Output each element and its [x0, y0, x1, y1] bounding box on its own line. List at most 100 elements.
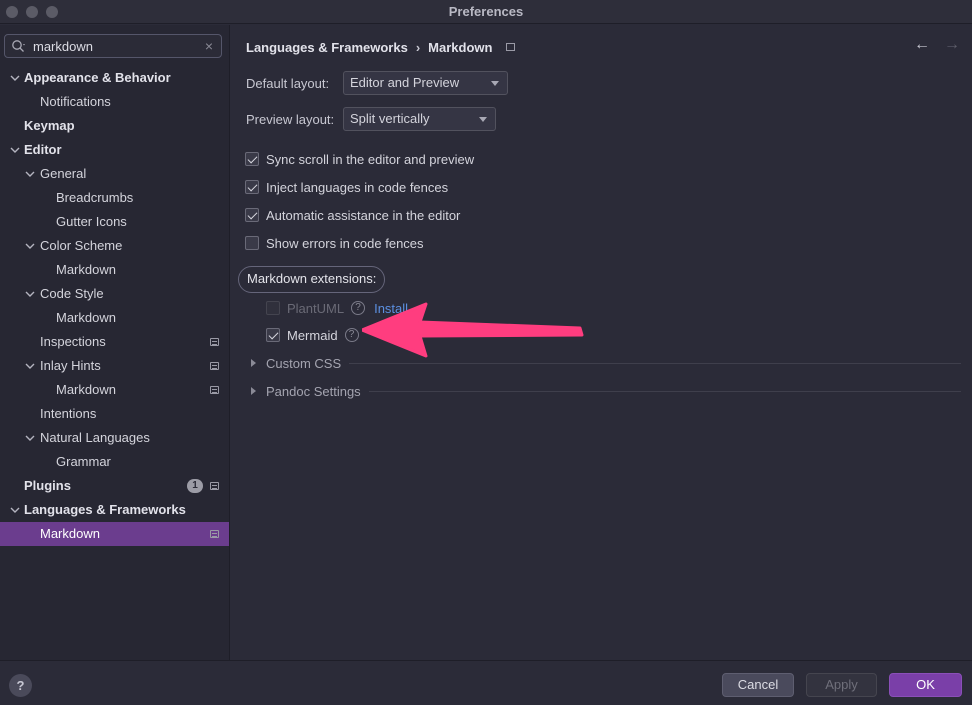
sidebar-item[interactable]: Color Scheme	[0, 234, 229, 258]
project-scope-icon	[210, 338, 219, 346]
sidebar-item[interactable]: Intentions	[0, 402, 229, 426]
help-icon[interactable]: ?	[344, 328, 359, 342]
pandoc-settings-label: Pandoc Settings	[266, 383, 361, 399]
sidebar-item[interactable]: Breadcrumbs	[0, 186, 229, 210]
chevron-down-icon[interactable]	[9, 498, 21, 522]
sidebar-item-label: Notifications	[40, 94, 111, 109]
sidebar-item[interactable]: Notifications	[0, 90, 229, 114]
sidebar-item[interactable]: Markdown	[0, 522, 229, 546]
sidebar-item[interactable]: Markdown	[0, 258, 229, 282]
chevron-down-icon[interactable]	[24, 426, 36, 450]
section-divider	[368, 390, 961, 392]
sidebar-item-label: Markdown	[56, 310, 116, 325]
project-scope-icon	[210, 386, 219, 394]
dialog-footer: ? Cancel Apply OK	[0, 660, 972, 705]
sidebar-item-label: Breadcrumbs	[56, 190, 134, 205]
sidebar-item-label: Languages & Frameworks	[24, 502, 186, 517]
settings-search[interactable]: ×	[4, 34, 222, 58]
sidebar-item[interactable]: Inspections	[0, 330, 229, 354]
search-input[interactable]	[33, 37, 198, 55]
default-layout-value: Editor and Preview	[350, 75, 460, 90]
sidebar-item-label: Inspections	[40, 334, 106, 349]
sidebar-item[interactable]: Grammar	[0, 450, 229, 474]
chevron-right-icon	[251, 359, 256, 367]
sidebar-item[interactable]: Natural Languages	[0, 426, 229, 450]
setting-checkbox[interactable]	[245, 152, 259, 166]
default-layout-label: Default layout:	[246, 76, 330, 91]
setting-checkbox-label: Automatic assistance in the editor	[266, 207, 461, 223]
sidebar-item-label: Plugins	[24, 478, 71, 493]
window-controls	[6, 6, 58, 18]
sidebar-item[interactable]: General	[0, 162, 229, 186]
sidebar-item-label: Code Style	[40, 286, 104, 301]
breadcrumb-separator: ›	[415, 39, 421, 55]
default-layout-dropdown[interactable]: Editor and Preview	[343, 71, 508, 95]
sidebar-item-label: Markdown	[40, 526, 100, 541]
clear-search-icon[interactable]: ×	[205, 38, 213, 54]
forward-arrow-icon[interactable]: →	[944, 37, 960, 53]
chevron-down-icon[interactable]	[24, 234, 36, 258]
setting-checkbox-row[interactable]: Sync scroll in the editor and preview	[245, 150, 474, 168]
sidebar-item[interactable]: Inlay Hints	[0, 354, 229, 378]
sidebar-item[interactable]: Editor	[0, 138, 229, 162]
plantuml-label: PlantUML	[287, 300, 345, 316]
mermaid-label: Mermaid	[287, 327, 338, 343]
sidebar-item[interactable]: Markdown	[0, 306, 229, 330]
mermaid-extension-row: Mermaid ?	[266, 326, 359, 344]
chevron-down-icon[interactable]	[9, 138, 21, 162]
setting-checkbox-label: Sync scroll in the editor and preview	[266, 151, 475, 167]
markdown-extensions-label: Markdown extensions:	[238, 266, 386, 293]
sidebar-item[interactable]: Appearance & Behavior	[0, 66, 229, 90]
setting-checkbox[interactable]	[245, 236, 259, 250]
sidebar-item-label: Markdown	[56, 382, 116, 397]
sidebar-item[interactable]: Markdown	[0, 378, 229, 402]
zoom-window-button[interactable]	[46, 6, 58, 18]
setting-checkbox-row[interactable]: Automatic assistance in the editor	[245, 206, 460, 224]
breadcrumb-current: Markdown	[428, 39, 493, 55]
custom-css-section[interactable]: Custom CSS	[251, 354, 961, 372]
setting-checkbox[interactable]	[245, 208, 259, 222]
title-bar: Preferences	[0, 0, 972, 24]
sidebar-item-label: Appearance & Behavior	[24, 70, 171, 85]
sidebar-item[interactable]: Keymap	[0, 114, 229, 138]
settings-main-panel: Languages & Frameworks › Markdown ← → De…	[231, 25, 972, 660]
apply-button[interactable]: Apply	[806, 673, 877, 697]
chevron-right-icon	[251, 387, 256, 395]
close-window-button[interactable]	[6, 6, 18, 18]
chevron-down-icon	[479, 117, 487, 122]
setting-checkbox-row[interactable]: Inject languages in code fences	[245, 178, 448, 196]
chevron-down-icon	[491, 81, 499, 86]
cancel-button[interactable]: Cancel	[722, 673, 794, 697]
sidebar-item[interactable]: Languages & Frameworks	[0, 498, 229, 522]
preview-layout-label: Preview layout:	[246, 112, 335, 127]
setting-checkbox-row[interactable]: Show errors in code fences	[245, 234, 424, 252]
help-button[interactable]: ?	[9, 674, 32, 697]
setting-checkbox[interactable]	[245, 180, 259, 194]
breadcrumb: Languages & Frameworks › Markdown	[246, 38, 516, 56]
window-title: Preferences	[448, 4, 524, 19]
sidebar-item-label: Grammar	[56, 454, 111, 469]
sidebar-item-label: Inlay Hints	[40, 358, 101, 373]
preview-layout-value: Split vertically	[350, 111, 430, 126]
pandoc-settings-section[interactable]: Pandoc Settings	[251, 382, 961, 400]
mermaid-checkbox[interactable]	[266, 328, 280, 342]
sidebar-item[interactable]: Code Style	[0, 282, 229, 306]
preview-layout-dropdown[interactable]: Split vertically	[343, 107, 496, 131]
chevron-down-icon[interactable]	[9, 66, 21, 90]
setting-checkbox-label: Inject languages in code fences	[266, 179, 449, 195]
breadcrumb-parent[interactable]: Languages & Frameworks	[246, 40, 408, 55]
sidebar-item-label: Markdown	[56, 262, 116, 277]
annotation-arrow	[362, 302, 584, 358]
sidebar-item-label: Intentions	[40, 406, 97, 421]
sidebar-item[interactable]: Plugins 1	[0, 474, 229, 498]
project-scope-icon	[506, 43, 516, 51]
ok-button[interactable]: OK	[889, 673, 962, 697]
chevron-down-icon[interactable]	[24, 282, 36, 306]
minimize-window-button[interactable]	[26, 6, 38, 18]
chevron-down-icon[interactable]	[24, 162, 36, 186]
sidebar-item[interactable]: Gutter Icons	[0, 210, 229, 234]
sidebar-item-label: Gutter Icons	[56, 214, 127, 229]
chevron-down-icon[interactable]	[24, 354, 36, 378]
back-arrow-icon[interactable]: ←	[914, 37, 930, 53]
plantuml-checkbox[interactable]	[266, 301, 280, 315]
